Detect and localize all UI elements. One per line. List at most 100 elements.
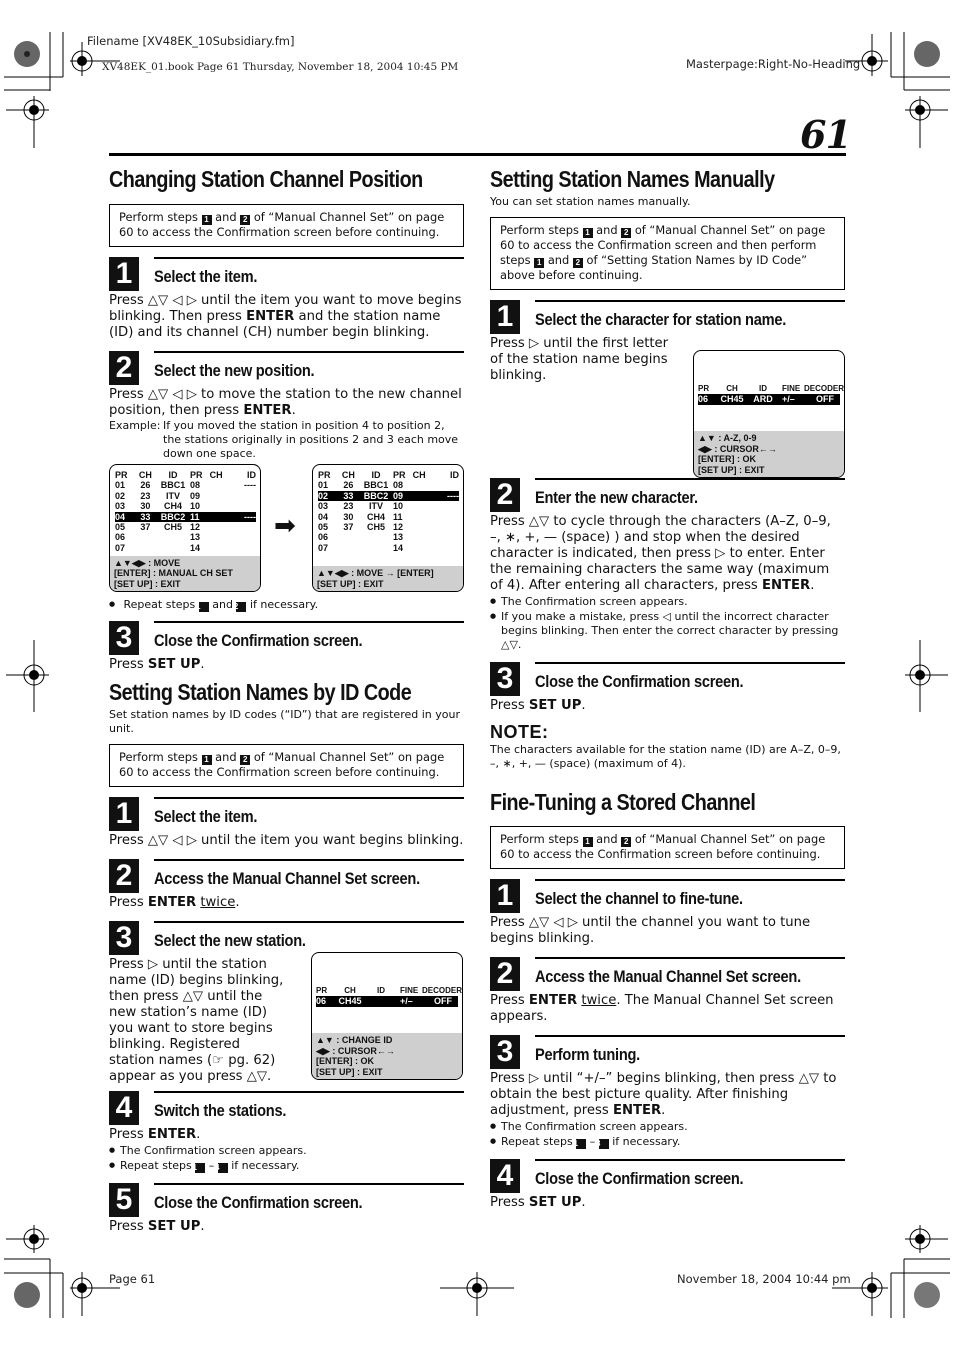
osd-row: 03 23 ITV 10 (318, 501, 459, 511)
osd-cell: ---- (244, 480, 257, 491)
osd-row: 03 30 CH4 10 (115, 501, 256, 511)
osd-cell: 11 (392, 511, 403, 522)
osd-footer-line: [ENTER] : OK (316, 1056, 374, 1067)
osd-cell: 26 (343, 480, 354, 491)
osd-cell: PR (316, 986, 328, 995)
page-number: 61 (800, 112, 852, 157)
osd-cell: CH (726, 384, 738, 393)
osd-cell (432, 532, 459, 542)
osd-cell (210, 501, 230, 511)
step-title: Perform tuning. (535, 1045, 640, 1064)
repeat-note: Repeat steps 1 and 2 if necessary. (109, 597, 475, 612)
osd-cell: ID (371, 470, 381, 480)
note-text: The characters available for the station… (490, 743, 841, 770)
step-title: Select the character for station name. (535, 310, 787, 329)
step-3: 3 Close the Confirmation screen. Press SE… (490, 662, 845, 714)
step-title: Enter the new character. (535, 488, 698, 507)
step-title: Close the Confirmation screen. (535, 672, 744, 691)
osd-cell: CH5 (367, 522, 386, 533)
step-4: 4 Switch the stations. Press ENTER. The C… (109, 1091, 464, 1173)
bullet-item: The Confirmation screen appears. (490, 1119, 845, 1134)
osd-cell (210, 491, 230, 501)
osd-cell: CH (341, 470, 355, 480)
osd-footer-line: [SET UP] : EXIT (317, 578, 384, 589)
osd-cell (413, 491, 433, 501)
osd-cell: 01 (318, 480, 329, 491)
registration-mark-icon (905, 96, 948, 148)
osd-cell: 02 (318, 490, 329, 501)
osd-cell: 02 (115, 490, 126, 501)
prerequisite-box: Perform steps 1 and 2 of “Manual Channel… (490, 217, 845, 290)
osd-cell (432, 501, 459, 511)
osd-header-row: PR CH ID FINE DECODER (698, 384, 845, 394)
osd-cell: 09 (189, 490, 200, 501)
step-title: Close the Confirmation screen. (154, 631, 363, 650)
osd-cell (229, 501, 256, 511)
section-title: Changing Station Channel Position (109, 166, 423, 192)
osd-row: 01 26 BBC1 08 (318, 480, 459, 490)
step-title: Select the item. (154, 267, 258, 286)
osd-cell: 12 (189, 522, 200, 533)
osd-cell: FINE (400, 986, 419, 995)
step-number: 5 (109, 1183, 139, 1217)
osd-cell (229, 532, 256, 542)
osd-cell: 23 (140, 490, 151, 501)
step-2: 2 Select the new position. Press △▽ ◁ ▷ t… (109, 351, 464, 461)
osd-cell: 13 (189, 532, 200, 543)
step-text: Press △▽ to cycle through the characters… (490, 514, 831, 593)
osd-cell: 14 (189, 542, 200, 553)
step-3: 3 Close the Confirmation screen. Press SE… (109, 621, 464, 673)
step-title: Switch the stations. (154, 1101, 287, 1120)
osd-cell (413, 522, 433, 532)
osd-cell: ARD (753, 394, 773, 405)
osd-cell: 33 (140, 511, 151, 522)
star-target-icon (914, 1282, 940, 1308)
step-4: 4 Close the Confirmation screen. Press SE… (490, 1159, 845, 1211)
osd-cell: BBC1 (363, 480, 389, 491)
step-text: Press ▷ until “+/–” begins blinking, the… (490, 1071, 837, 1118)
osd-footer-line: ▲▼◀▶ : MOVE → [ENTER] (317, 568, 434, 579)
osd-cell (210, 532, 230, 542)
osd-cell: 12 (392, 522, 403, 533)
step-1: 1 Select the channel to fine-tune. Press … (490, 879, 845, 947)
osd-cell: 30 (343, 511, 354, 522)
step-title: Select the item. (154, 807, 258, 826)
step-text: Press △▽ ◁ ▷ until the channel you want … (490, 915, 811, 946)
osd-cell: 10 (189, 501, 200, 512)
osd-cell: CH (138, 470, 152, 480)
osd-cell: CH (412, 470, 426, 480)
osd-screen-before: PR CH ID PR CH ID 01 26 BBC1 08 ---- 02 23 ITV 09 03 30 C… (109, 464, 261, 592)
step-number: 3 (490, 1035, 520, 1069)
osd-cell (210, 522, 230, 532)
step-1: 1 Select the item. Press △▽ ◁ ▷ until the… (109, 257, 464, 341)
bullet-item: The Confirmation screen appears. (490, 594, 845, 609)
osd-row: 05 37 CH5 12 (318, 522, 459, 532)
osd-cell: CH (209, 470, 223, 480)
osd-cell (413, 512, 433, 522)
osd-cell (413, 480, 433, 490)
osd-cell: ID (247, 470, 257, 480)
osd-cell: DECODER (804, 384, 845, 393)
osd-cell: 37 (343, 522, 354, 533)
osd-cell: PR (318, 470, 331, 480)
osd-cell: DECODER (422, 986, 463, 995)
step-title: Access the Manual Channel Set screen. (154, 869, 420, 888)
osd-cell: CH (344, 986, 356, 995)
section-title: Fine-Tuning a Stored Channel (490, 789, 756, 815)
registration-mark-icon (905, 640, 948, 712)
osd-footer: ▲▼◀▶ : MOVE [ENTER] : MANUAL CH SET [SET U… (110, 555, 260, 591)
osd-header-row: PR CH ID PR CH ID (318, 470, 459, 480)
step-number: 2 (109, 859, 139, 893)
osd-cell: FINE (782, 384, 801, 393)
osd-cell (210, 480, 230, 490)
step-text: Press ENTER twice. (109, 895, 240, 910)
osd-header-row: PR CH ID PR CH ID (115, 470, 256, 480)
osd-cell: 05 (115, 522, 126, 533)
osd-cell: 09 (392, 490, 403, 501)
osd-cell: 07 (115, 542, 126, 553)
osd-cell (229, 543, 256, 553)
step-text: Press ▷ until the first letter of the st… (490, 336, 669, 383)
osd-cell (338, 543, 359, 553)
osd-cell: ID (450, 470, 460, 480)
step-number: 4 (109, 1091, 139, 1125)
